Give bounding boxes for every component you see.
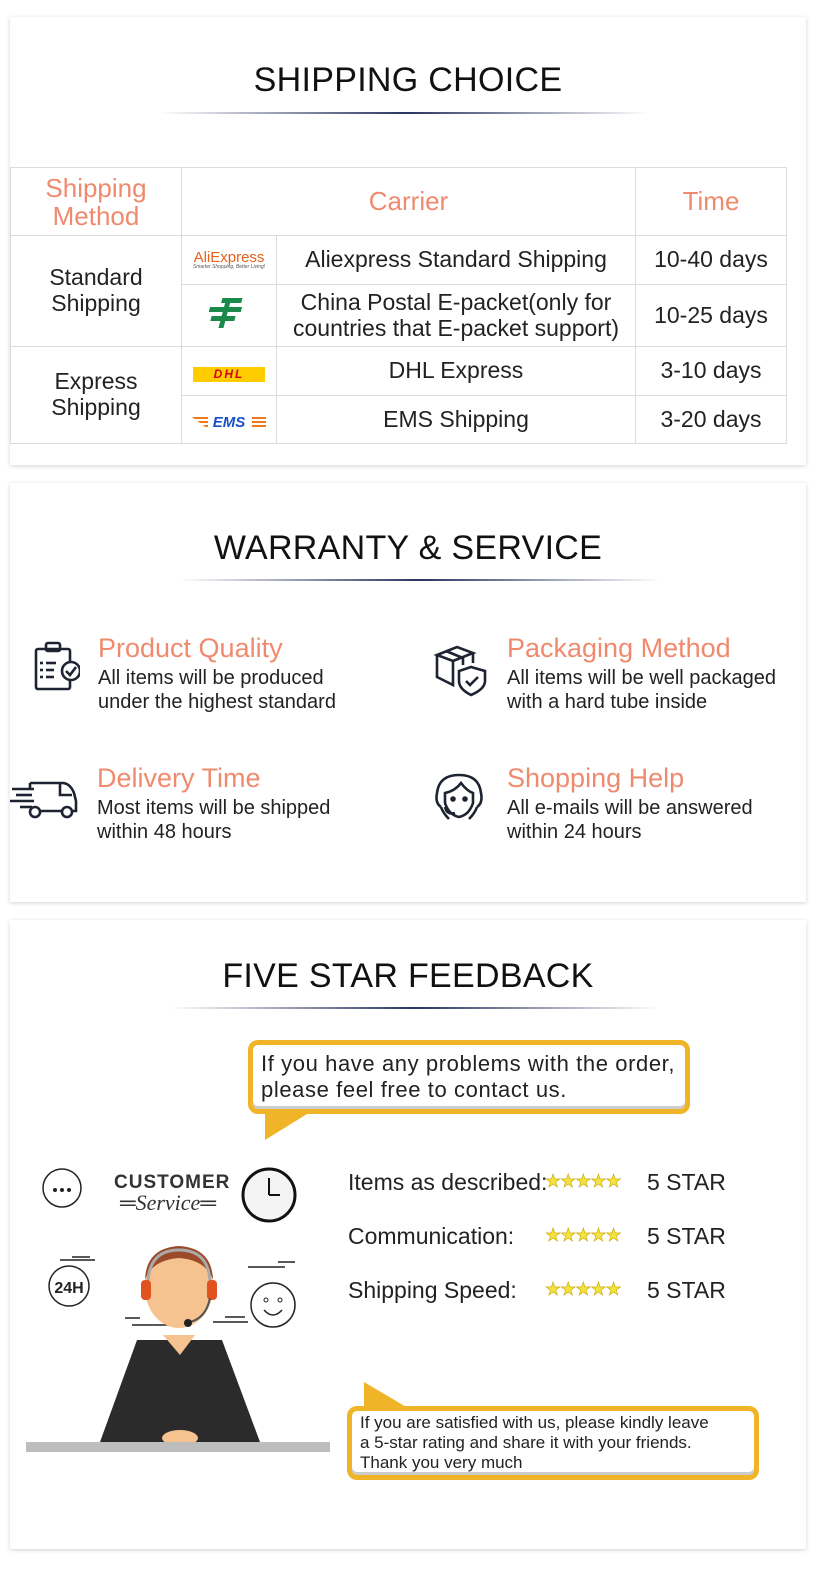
leave-rating-bubble: If you are satisfied with us, please kin… [347, 1406, 759, 1480]
warranty-item-desc: All e-mails will be answered within 24 h… [507, 796, 753, 844]
contact-us-bubble: If you have any problems with the order,… [248, 1040, 690, 1114]
header-time: Time [635, 167, 787, 236]
five-star-feedback-panel: FIVE STAR FEEDBACK If you have any probl… [10, 920, 806, 1549]
table-row: Express Shipping DHL DHL Express 3-10 da… [10, 346, 787, 444]
header-carrier: Carrier [181, 167, 636, 236]
dhl-logo: DHL [181, 346, 277, 396]
delivery-truck-icon [10, 781, 78, 819]
delivery-time: 3-10 days [635, 346, 787, 396]
desc-line: Most items will be shipped [97, 797, 331, 819]
carrier-name: EMS Shipping [276, 395, 636, 444]
desc-line: under the highest standard [98, 691, 336, 713]
desc-line: with a hard tube inside [507, 691, 708, 713]
warranty-item-desc: All items will be well packaged with a h… [507, 666, 776, 714]
package-shield-icon [433, 645, 487, 697]
warranty-item-desc: Most items will be shipped within 48 hou… [97, 796, 330, 844]
svg-text:24H: 24H [54, 1280, 83, 1297]
desc-line: within 24 hours [507, 821, 642, 843]
bubble-tail [265, 1114, 307, 1140]
rating-value: 5 STAR [647, 1169, 726, 1195]
bubble-tail [364, 1382, 408, 1408]
table-row: Standard Shipping AliExpress Smarter Sho… [10, 235, 787, 347]
desc-line: All e-mails will be answered [507, 797, 753, 819]
ems-logo-text: EMS [212, 413, 246, 431]
warranty-item-title: Delivery Time [97, 763, 261, 793]
rating-value: 5 STAR [647, 1277, 726, 1303]
title-divider [160, 112, 650, 114]
chat-bubble-icon [42, 1168, 82, 1208]
aliexpress-logo-text: AliExpress [193, 249, 265, 266]
bubble-line: a 5-star rating and share it with your f… [360, 1433, 692, 1452]
shipping-table: Shipping Method Carrier Time Standard Sh… [10, 167, 787, 444]
dhl-logo-text: DHL [213, 367, 245, 382]
aliexpress-tagline: Smarter Shopping, Better Living! [192, 264, 266, 270]
clock-icon [241, 1167, 297, 1223]
desc-line: All items will be produced [98, 667, 324, 689]
china-post-logo [181, 284, 277, 347]
title-divider [180, 579, 660, 581]
delivery-time: 3-20 days [635, 395, 787, 444]
agent-figure: 24H [26, 1167, 330, 1452]
support-agent-icon [435, 773, 483, 820]
warranty-item-title: Packaging Method [507, 633, 731, 663]
shipping-choice-panel: SHIPPING CHOICE Shipping Method Carrier … [10, 17, 806, 465]
desc-line: All items will be well packaged [507, 667, 777, 689]
table-header-row: Shipping Method Carrier Time [10, 167, 787, 236]
desk [26, 1442, 330, 1452]
warranty-item-desc: All items will be produced under the hig… [98, 666, 336, 714]
warranty-item-title: Shopping Help [507, 763, 685, 793]
contact-us-text: If you have any problems with the order,… [261, 1051, 676, 1102]
title-divider [170, 1007, 660, 1009]
method-standard: Standard Shipping [10, 235, 182, 347]
carrier-name: Aliexpress Standard Shipping [276, 235, 636, 285]
customer-service-illustration: CUSTOMER ═Service═ 24H [10, 1160, 330, 1460]
rating-label: Shipping Speed: [348, 1277, 517, 1303]
star-rating-icon: ★★★★★ [545, 1225, 622, 1246]
shipping-title: SHIPPING CHOICE [253, 61, 563, 99]
desc-line: within 48 hours [97, 821, 232, 843]
aliexpress-logo: AliExpress Smarter Shopping, Better Livi… [181, 235, 277, 285]
china-post-icon [208, 297, 243, 328]
feedback-title: FIVE STAR FEEDBACK [222, 957, 594, 995]
carrier-name: DHL Express [276, 346, 636, 396]
header-shipping-method: Shipping Method [10, 167, 182, 236]
method-express: Express Shipping [10, 346, 182, 444]
clipboard-check-icon [34, 641, 80, 691]
star-rating-icon: ★★★★★ [545, 1171, 622, 1192]
leave-rating-text: If you are satisfied with us, please kin… [360, 1413, 748, 1473]
24h-icon: 24H [48, 1265, 90, 1307]
ems-logo: EMS [181, 395, 277, 444]
delivery-time: 10-25 days [635, 284, 787, 347]
bubble-line: Thank you very much [360, 1453, 523, 1472]
delivery-time: 10-40 days [635, 235, 787, 285]
rating-label: Communication: [348, 1223, 515, 1249]
rating-value: 5 STAR [647, 1223, 726, 1249]
star-rating-icon: ★★★★★ [545, 1279, 622, 1300]
carrier-name: China Postal E-packet(only for countries… [276, 284, 636, 347]
warranty-title: WARRANTY & SERVICE [213, 529, 603, 567]
bubble-line: If you are satisfied with us, please kin… [360, 1413, 709, 1432]
smiley-icon [250, 1282, 296, 1328]
warranty-service-panel: WARRANTY & SERVICE Product Quality All i… [10, 483, 806, 902]
warranty-item-title: Product Quality [98, 633, 283, 663]
rating-label: Items as described: [348, 1169, 548, 1195]
agent-body [100, 1340, 260, 1442]
